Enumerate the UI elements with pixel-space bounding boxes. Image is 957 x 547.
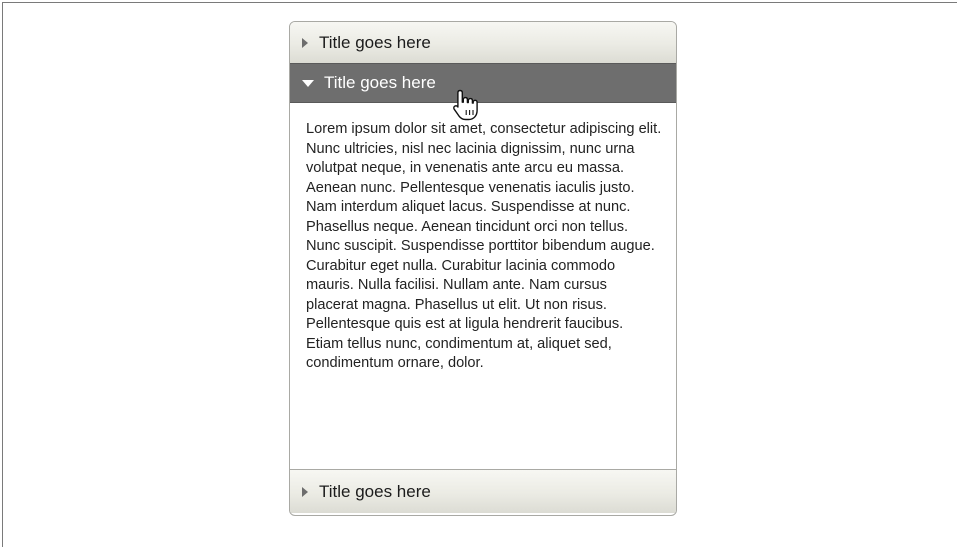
accordion-header-title: Title goes here xyxy=(319,481,431,501)
accordion-header-2[interactable]: Title goes here xyxy=(290,63,676,103)
triangle-right-icon xyxy=(302,486,308,497)
accordion-header-title: Title goes here xyxy=(319,32,431,52)
accordion-panel-text: Lorem ipsum dolor sit amet, consectetur … xyxy=(306,121,662,371)
accordion: Title goes here Title goes here Lorem ip… xyxy=(289,21,677,516)
triangle-down-icon xyxy=(302,79,314,87)
accordion-header-1[interactable]: Title goes here xyxy=(290,22,676,63)
accordion-header-3[interactable]: Title goes here xyxy=(290,470,676,513)
hand-pointer-icon xyxy=(453,89,478,121)
triangle-right-icon xyxy=(302,37,308,48)
accordion-header-title: Title goes here xyxy=(324,73,436,92)
accordion-panel-content: Lorem ipsum dolor sit amet, consectetur … xyxy=(290,103,676,470)
